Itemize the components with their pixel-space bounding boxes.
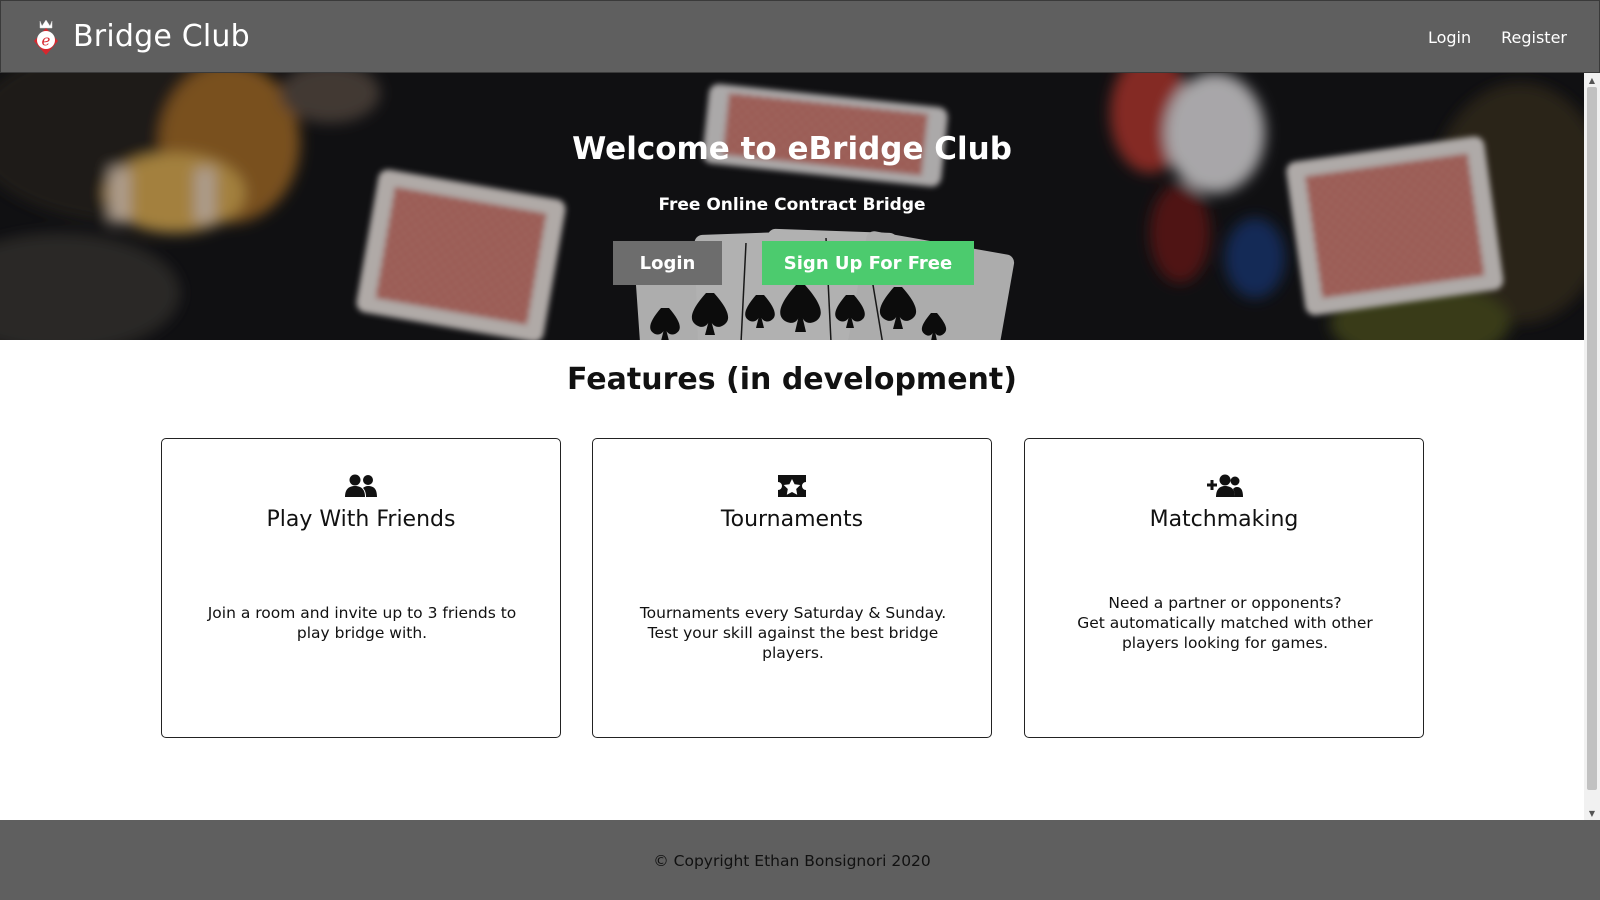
footer-copyright: © Copyright Ethan Bonsignori 2020	[653, 852, 931, 870]
svg-text:e: e	[42, 32, 51, 50]
hero-login-button[interactable]: Login	[613, 241, 722, 285]
hero-buttons: Login Sign Up For Free	[613, 241, 974, 285]
brand-name: Bridge Club	[73, 19, 250, 54]
feature-card-play-with-friends: Play With Friends Join a room and invite…	[161, 438, 561, 738]
feature-card-tournaments: Tournaments Tournaments every Saturday &…	[592, 438, 992, 738]
footer: © Copyright Ethan Bonsignori 2020	[0, 820, 1600, 900]
users-icon	[162, 473, 560, 503]
feature-card-title: Matchmaking	[1149, 507, 1299, 532]
brand-home-link[interactable]: e Bridge Club	[31, 17, 250, 57]
scroll-up-arrow-icon[interactable]: ▲	[1584, 73, 1600, 87]
nav-login-link[interactable]: Login	[1428, 25, 1471, 51]
hero-subtitle: Free Online Contract Bridge	[658, 195, 926, 215]
hero-banner: Welcome to eBridge Club Free Online Cont…	[0, 73, 1584, 340]
nav-links: Login Register	[1428, 25, 1567, 51]
ebridge-logo-icon: e	[31, 17, 61, 57]
feature-card-title: Play With Friends	[266, 507, 456, 532]
user-plus-icon	[1025, 473, 1423, 503]
feature-card-matchmaking: Matchmaking Need a partner or opponents?…	[1024, 438, 1424, 738]
hero-title: Welcome to eBridge Club	[572, 131, 1012, 167]
star-ticket-icon	[593, 473, 991, 503]
scrollbar-thumb[interactable]	[1587, 87, 1597, 790]
feature-card-description: Tournaments every Saturday & Sunday. Tes…	[639, 604, 947, 662]
feature-card-description: Need a partner or opponents? Get automat…	[1077, 594, 1373, 652]
page-scrollbar[interactable]: ▲ ▼	[1584, 73, 1600, 820]
top-navbar: e Bridge Club Login Register	[0, 0, 1600, 73]
features-heading: Features (in development)	[567, 362, 1017, 397]
feature-card-description: Join a room and invite up to 3 friends t…	[207, 604, 517, 642]
scroll-down-arrow-icon[interactable]: ▼	[1584, 806, 1600, 820]
nav-register-link[interactable]: Register	[1501, 25, 1567, 51]
feature-card-title: Tournaments	[720, 507, 864, 532]
signup-button[interactable]: Sign Up For Free	[762, 241, 974, 285]
